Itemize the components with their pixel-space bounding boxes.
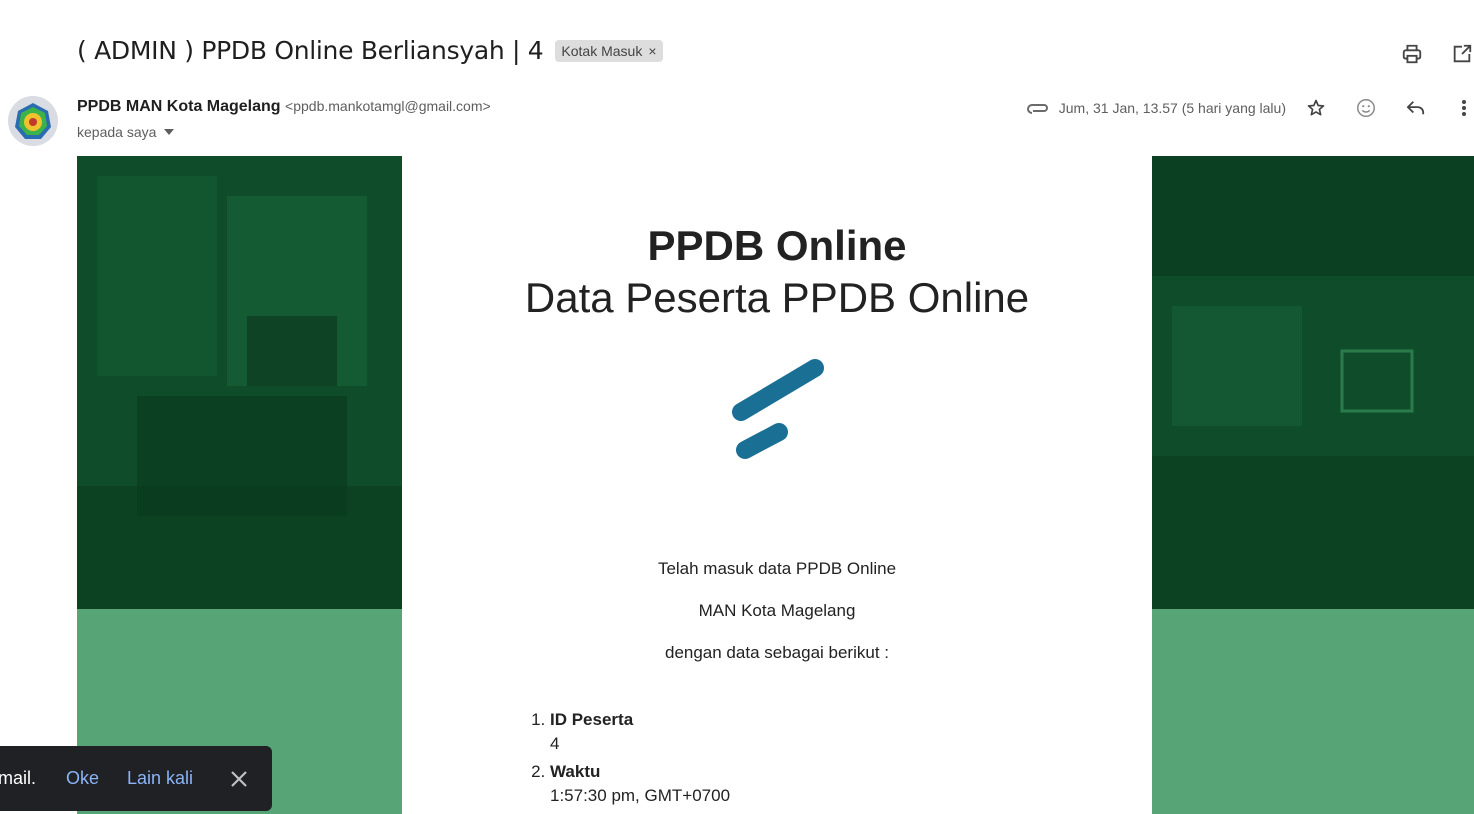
intro-line: MAN Kota Magelang — [698, 601, 856, 620]
subject-row: ( ADMIN ) PPDB Online Berliansyah | 4 Ko… — [77, 36, 663, 65]
field-item: Waktu 1:57:30 pm, GMT+0700 — [550, 760, 730, 808]
snackbar-message: mail. — [0, 768, 37, 788]
close-icon[interactable] — [228, 768, 250, 790]
field-label: ID Peserta — [550, 710, 634, 729]
sender-avatar[interactable] — [8, 96, 58, 146]
open-new-window-icon[interactable] — [1450, 42, 1474, 66]
sender-name[interactable]: PPDB MAN Kota Magelang — [77, 98, 281, 115]
reply-icon[interactable] — [1404, 96, 1428, 120]
brand-logo-icon — [717, 354, 837, 464]
intro-line: dengan data sebagai berikut : — [664, 643, 889, 662]
attachment-icon — [1026, 104, 1048, 114]
email-banner-right — [1152, 156, 1474, 814]
snackbar: mail. Oke Lain kali — [0, 746, 272, 811]
remove-label-icon[interactable]: × — [648, 43, 656, 59]
message-meta: Jum, 31 Jan, 13.57 (5 hari yang lalu) — [1026, 94, 1474, 122]
email-banner-left — [77, 156, 402, 814]
email-subject: ( ADMIN ) PPDB Online Berliansyah | 4 — [77, 36, 544, 65]
field-value: 1:57:30 pm, GMT+0700 — [550, 786, 731, 805]
field-value: 4 — [550, 734, 560, 753]
snackbar-later-button[interactable]: Lain kali — [127, 768, 193, 789]
more-options-icon[interactable] — [1454, 96, 1474, 120]
participant-fields: ID Peserta 4 Waktu 1:57:30 pm, GMT+0700 — [530, 708, 730, 812]
field-label: Waktu — [550, 762, 601, 781]
body-subtitle: Data Peserta PPDB Online — [524, 274, 1030, 321]
banner-green-right — [1152, 609, 1474, 814]
field-item: ID Peserta 4 — [550, 708, 730, 756]
label-chip-inbox[interactable]: Kotak Masuk × — [555, 39, 663, 62]
banner-photo-dark — [77, 156, 402, 609]
body-intro: Telah masuk data PPDB Online MAN Kota Ma… — [402, 548, 1152, 674]
snackbar-ok-button[interactable]: Oke — [66, 768, 99, 789]
top-actions — [1400, 42, 1474, 66]
message-date: Jum, 31 Jan, 13.57 (5 hari yang lalu) — [1058, 100, 1286, 116]
sender-email: <ppdb.mankotamgl@gmail.com> — [285, 98, 491, 114]
email-body: PPDB Online Data Peserta PPDB Online Tel… — [402, 156, 1152, 814]
print-icon[interactable] — [1400, 42, 1424, 66]
label-chip-text: Kotak Masuk — [561, 42, 643, 59]
emoji-reaction-icon[interactable] — [1354, 96, 1378, 120]
chevron-down-icon[interactable] — [164, 129, 175, 135]
recipient-line[interactable]: kepada saya — [77, 124, 175, 140]
star-icon[interactable] — [1304, 96, 1328, 120]
intro-line: Telah masuk data PPDB Online — [657, 559, 897, 578]
banner-photo-dark-right — [1152, 156, 1474, 609]
sender-line: PPDB MAN Kota Magelang <ppdb.mankotamgl@… — [77, 98, 491, 116]
body-title: PPDB Online — [647, 222, 907, 269]
recipient-text: kepada saya — [77, 124, 157, 140]
